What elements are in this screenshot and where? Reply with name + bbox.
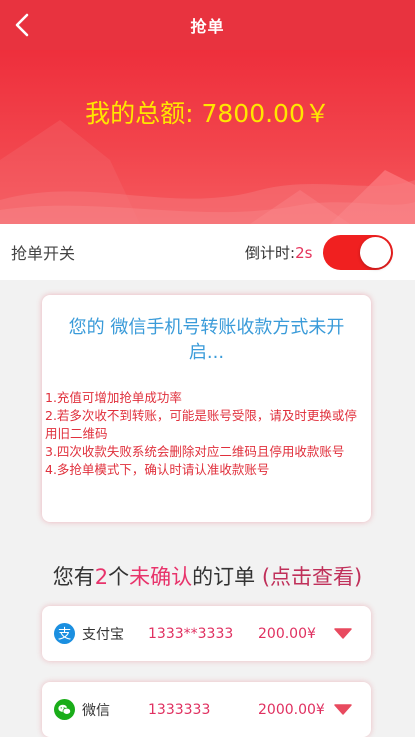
grab-toggle[interactable] <box>323 235 393 270</box>
rule-item: 2.若多次收不到转账，可能是账号受限，请及时更换或停用旧二维码 <box>45 408 357 441</box>
rule-item: 3.四次收款失败系统会删除对应二维码且停用收款账号 <box>45 444 345 459</box>
notice-rules: 1.充值可增加抢单成功率 2.若多次收不到转账，可能是账号受限，请及时更换或停用… <box>45 389 363 479</box>
caret-down-icon[interactable] <box>334 628 352 640</box>
caret-down-icon[interactable] <box>334 704 352 716</box>
notice-card: 您的 微信手机号转账收款方式未开启... 1.充值可增加抢单成功率 2.若多次收… <box>42 295 371 522</box>
countdown: 倒计时:2s <box>245 242 312 263</box>
toggle-knob <box>360 237 391 268</box>
total-banner: 我的总额: 7800.00￥ <box>0 50 415 224</box>
countdown-label: 倒计时: <box>245 243 296 262</box>
page-title: 抢单 <box>190 17 225 36</box>
orders-title-mid: 个 <box>108 565 130 589</box>
rule-item: 1.充值可增加抢单成功率 <box>45 390 182 405</box>
order-card-wechat[interactable]: 微信 1333333 2000.00¥ <box>42 682 371 737</box>
chevron-left-icon <box>15 13 29 37</box>
countdown-value: 2s <box>295 243 313 262</box>
order-amount: 200.00¥ <box>258 625 316 642</box>
order-amount: 2000.00¥ <box>258 701 325 718</box>
alipay-icon: 支 <box>54 623 75 644</box>
banner-decoration <box>0 120 415 224</box>
order-method: 支付宝 <box>82 626 124 643</box>
orders-title-prefix: 您有 <box>52 565 95 589</box>
order-account: 1333**3333 <box>148 625 234 642</box>
rule-item: 4.多抢单模式下，确认时请认准收款账号 <box>45 462 270 477</box>
orders-count: 2 <box>94 565 109 589</box>
order-method: 微信 <box>82 702 110 719</box>
wechat-icon <box>54 699 75 720</box>
orders-title: 您有2个未确认的订单 (点击查看) <box>0 561 415 591</box>
svg-text:支: 支 <box>58 626 71 642</box>
order-account: 1333333 <box>148 701 211 718</box>
grab-switch-label: 抢单开关 <box>11 244 76 263</box>
orders-title-suffix: 的订单 <box>192 565 256 589</box>
orders-unconfirmed: 未确认 <box>129 565 193 589</box>
notice-headline: 您的 微信手机号转账收款方式未开启... <box>68 317 345 363</box>
order-card-alipay[interactable]: 支 支付宝 1333**3333 200.00¥ <box>42 606 371 661</box>
grab-switch-row: 抢单开关 倒计时:2s <box>0 224 415 280</box>
total-amount: 我的总额: 7800.00￥ <box>85 99 330 128</box>
view-orders-link[interactable]: (点击查看) <box>262 565 362 589</box>
back-button[interactable] <box>8 9 36 41</box>
top-navbar: 抢单 <box>0 0 415 50</box>
